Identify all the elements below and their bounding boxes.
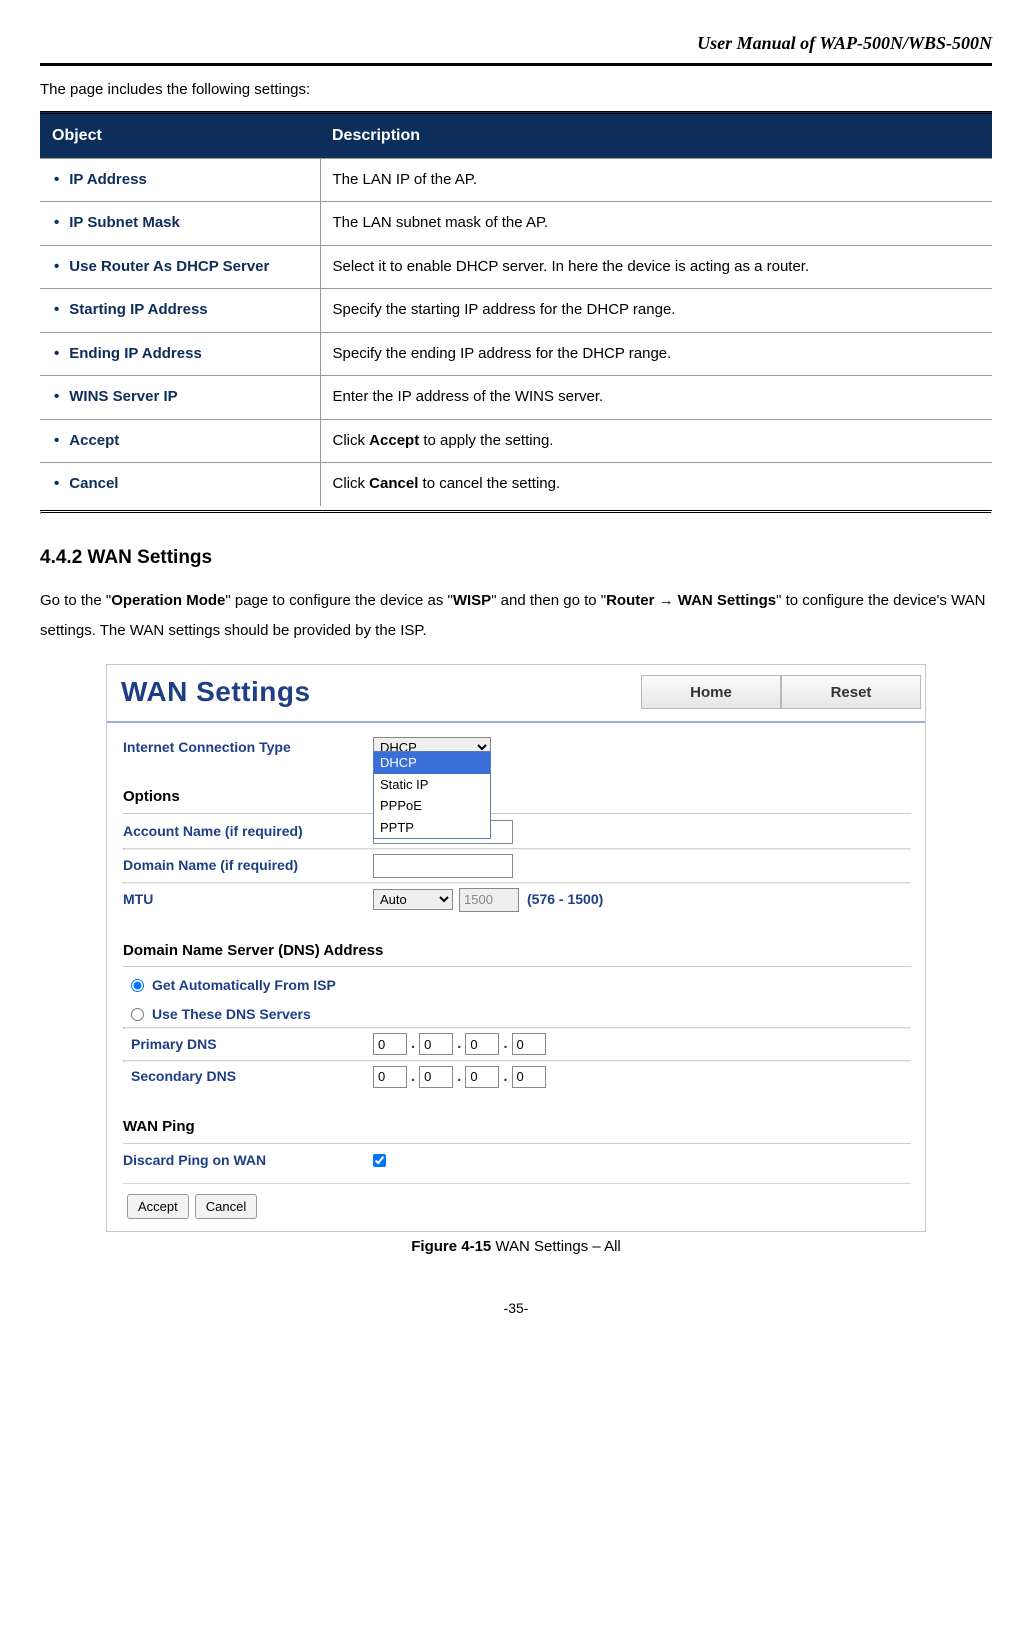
obj-cell: IP Subnet Mask [40, 202, 320, 246]
mtu-mode-select[interactable]: Auto [373, 889, 453, 910]
discard-ping-checkbox[interactable] [373, 1154, 386, 1167]
obj-cell: IP Address [40, 158, 320, 202]
secondary-dns-oct4[interactable] [512, 1066, 546, 1088]
section-body: Go to the "Operation Mode" page to confi… [40, 586, 992, 646]
desc-cell: Specify the ending IP address for the DH… [320, 332, 992, 376]
domain-label: Domain Name (if required) [123, 855, 373, 876]
cancel-button[interactable]: Cancel [195, 1194, 257, 1219]
obj-cell: Use Router As DHCP Server [40, 245, 320, 289]
mtu-range-note: (576 - 1500) [519, 889, 603, 910]
table-row: Accept Click Accept to apply the setting… [40, 419, 992, 463]
wan-ping-section: WAN Ping [123, 1116, 911, 1144]
account-label: Account Name (if required) [123, 821, 373, 842]
table-row: WINS Server IP Enter the IP address of t… [40, 376, 992, 420]
accept-button[interactable]: Accept [127, 1194, 189, 1219]
obj-cell: Accept [40, 419, 320, 463]
figure-caption: Figure 4-15 WAN Settings – All [106, 1236, 926, 1259]
table-row: Use Router As DHCP Server Select it to e… [40, 245, 992, 289]
discard-ping-label: Discard Ping on WAN [123, 1150, 373, 1171]
desc-cell: Select it to enable DHCP server. In here… [320, 245, 992, 289]
home-button[interactable]: Home [641, 675, 781, 709]
table-bottom-border [40, 510, 992, 514]
mtu-label: MTU [123, 889, 373, 910]
intro-text: The page includes the following settings… [40, 76, 992, 105]
page-number: -35- [40, 1298, 992, 1319]
primary-dns-label: Primary DNS [123, 1034, 373, 1055]
desc-cell: Enter the IP address of the WINS server. [320, 376, 992, 420]
ict-label: Internet Connection Type [123, 737, 373, 758]
settings-table: Object Description IP Address The LAN IP… [40, 111, 992, 506]
primary-dns-oct1[interactable] [373, 1033, 407, 1055]
dns-manual-label: Use These DNS Servers [152, 1004, 311, 1025]
table-row: Ending IP Address Specify the ending IP … [40, 332, 992, 376]
manual-title: User Manual of WAP-500N/WBS-500N [697, 30, 992, 57]
th-object: Object [40, 112, 320, 158]
secondary-dns-label: Secondary DNS [123, 1066, 373, 1087]
table-row: Cancel Click Cancel to cancel the settin… [40, 463, 992, 506]
options-section: Options [123, 786, 911, 814]
obj-cell: WINS Server IP [40, 376, 320, 420]
ict-option-pptp[interactable]: PPTP [374, 817, 490, 839]
obj-cell: Cancel [40, 463, 320, 506]
reset-button[interactable]: Reset [781, 675, 921, 709]
ict-dropdown-open[interactable]: DHCP Static IP PPPoE PPTP [373, 751, 491, 839]
table-row: IP Address The LAN IP of the AP. [40, 158, 992, 202]
desc-cell: The LAN subnet mask of the AP. [320, 202, 992, 246]
dns-auto-label: Get Automatically From ISP [152, 975, 336, 996]
dns-section: Domain Name Server (DNS) Address [123, 940, 911, 968]
ict-option-pppoe[interactable]: PPPoE [374, 795, 490, 817]
ict-option-dhcp[interactable]: DHCP [374, 752, 490, 774]
dns-auto-radio[interactable] [131, 979, 144, 992]
ict-option-static[interactable]: Static IP [374, 774, 490, 796]
obj-cell: Ending IP Address [40, 332, 320, 376]
desc-cell: Specify the starting IP address for the … [320, 289, 992, 333]
domain-input[interactable] [373, 854, 513, 878]
mtu-value-input [459, 888, 519, 912]
wan-title: WAN Settings [121, 671, 311, 713]
desc-cell: Click Cancel to cancel the setting. [320, 463, 992, 506]
primary-dns-oct4[interactable] [512, 1033, 546, 1055]
wan-settings-panel: WAN Settings Home Reset Internet Connect… [106, 664, 926, 1232]
secondary-dns-oct2[interactable] [419, 1066, 453, 1088]
secondary-dns-oct3[interactable] [465, 1066, 499, 1088]
table-row: Starting IP Address Specify the starting… [40, 289, 992, 333]
arrow-icon: → [659, 592, 674, 609]
section-heading: 4.4.2 WAN Settings [40, 544, 992, 573]
desc-cell: Click Accept to apply the setting. [320, 419, 992, 463]
secondary-dns-oct1[interactable] [373, 1066, 407, 1088]
dns-manual-radio[interactable] [131, 1008, 144, 1021]
primary-dns-oct3[interactable] [465, 1033, 499, 1055]
desc-cell: The LAN IP of the AP. [320, 158, 992, 202]
th-description: Description [320, 112, 992, 158]
obj-cell: Starting IP Address [40, 289, 320, 333]
header-divider [40, 63, 992, 66]
primary-dns-oct2[interactable] [419, 1033, 453, 1055]
table-row: IP Subnet Mask The LAN subnet mask of th… [40, 202, 992, 246]
